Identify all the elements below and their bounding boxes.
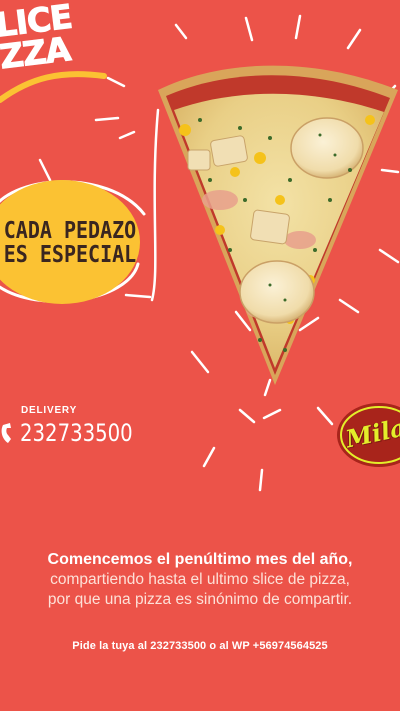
pizza-slice-image (158, 65, 398, 385)
promo-poster: LICE ZZA CADA PEDAZO ES ESPECIAL DELIVER… (0, 0, 400, 711)
badge-line-2: ES ESPECIAL (3, 240, 137, 268)
copy-line-2: compartiendo hasta el ultimo slice de pi… (50, 571, 350, 588)
milano-logo: Milano (335, 395, 400, 475)
phone-icon (1, 423, 12, 443)
copy-line-3: por que una pizza es sinónimo de compart… (47, 591, 353, 608)
headline: LICE ZZA (0, 0, 93, 77)
body-copy: Comencemos el penúltimo mes del año, com… (0, 550, 400, 610)
delivery-phone: 232733500 (20, 419, 133, 447)
delivery-label: DELIVERY (21, 405, 78, 416)
order-cta: Pide la tuya al 232733500 o al WP +56974… (72, 640, 328, 652)
copy-lead: Comencemos el penúltimo mes del año, (47, 551, 353, 568)
